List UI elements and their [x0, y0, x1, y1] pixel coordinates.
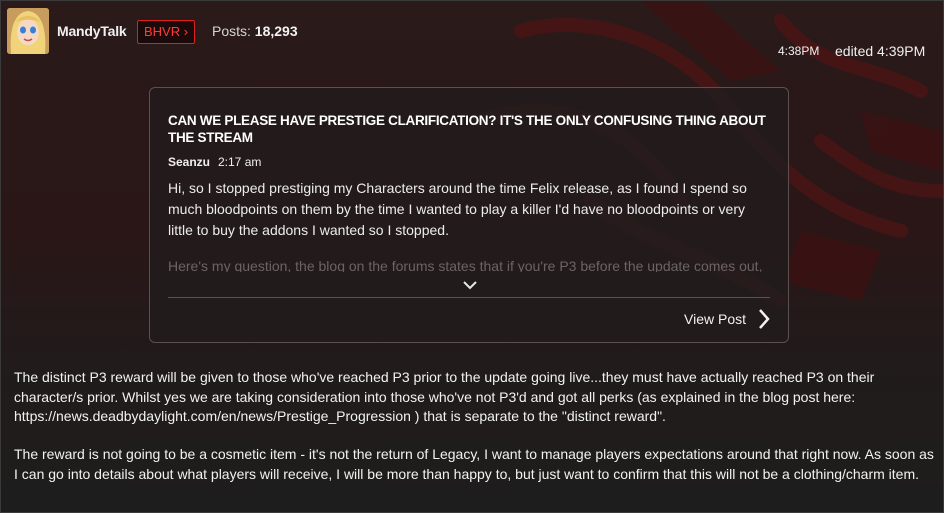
- post-header: MandyTalk BHVR › Posts: 18,293 4:38PM ed…: [1, 1, 943, 69]
- chevron-right-icon[interactable]: [756, 307, 772, 331]
- quoted-post-faded-text: Here's my question, the blog on the foru…: [168, 258, 763, 272]
- role-badge[interactable]: BHVR ›: [137, 20, 196, 44]
- chevron-down-icon[interactable]: [460, 275, 480, 295]
- avatar[interactable]: [7, 8, 49, 54]
- post-count: Posts: 18,293: [212, 23, 298, 39]
- posts-count: 18,293: [254, 23, 298, 39]
- posts-label: Posts:: [212, 23, 251, 39]
- view-post-link[interactable]: View Post: [684, 311, 746, 327]
- edited-time: edited 4:39PM: [835, 43, 926, 59]
- comment-card: MandyTalk BHVR › Posts: 18,293 4:38PM ed…: [0, 0, 944, 513]
- quoted-post-title[interactable]: CAN WE PLEASE HAVE PRESTIGE CLARIFICATIO…: [168, 112, 778, 146]
- avatar-image: [7, 8, 49, 54]
- quoted-post-body: Hi, so I stopped prestiging my Character…: [168, 180, 747, 238]
- post-time[interactable]: 4:38PM: [778, 44, 819, 58]
- divider: [168, 297, 770, 298]
- quoted-post-time: 2:17 am: [218, 155, 262, 169]
- quoted-post-author[interactable]: Seanzu: [168, 155, 210, 169]
- username-link[interactable]: MandyTalk: [57, 23, 127, 39]
- body-paragraph-2: The reward is not going to be a cosmetic…: [14, 446, 934, 482]
- body-paragraph-1: The distinct P3 reward will be given to …: [14, 369, 875, 424]
- quoted-post: CAN WE PLEASE HAVE PRESTIGE CLARIFICATIO…: [149, 87, 789, 343]
